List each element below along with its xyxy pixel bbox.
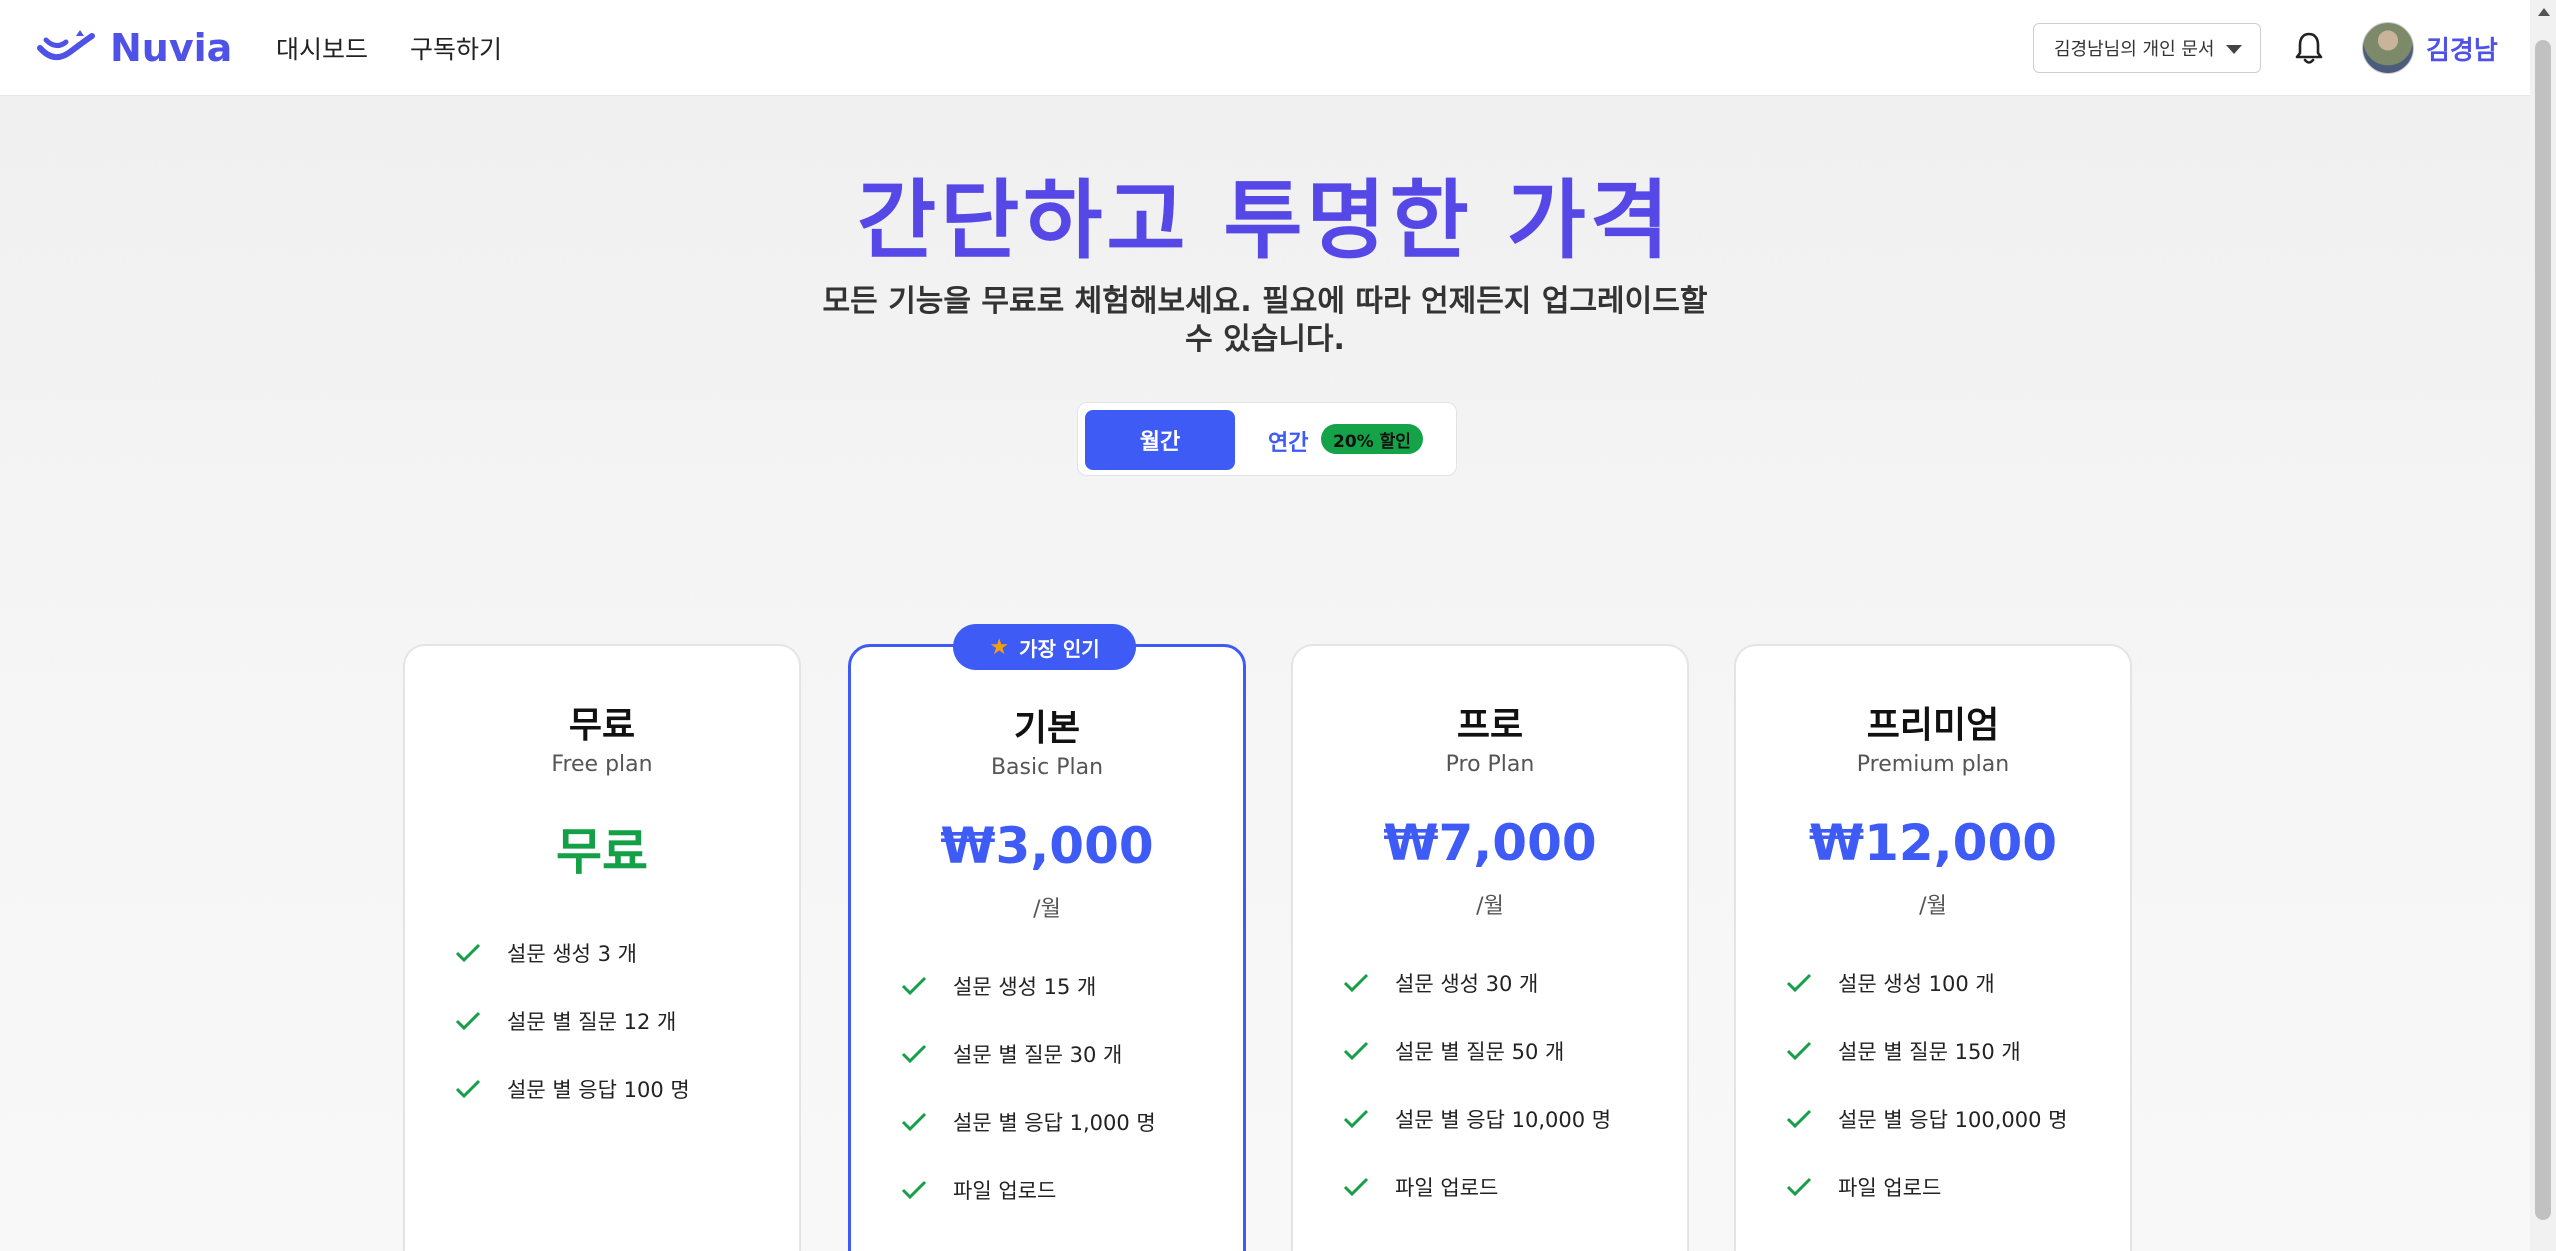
plan-title: 기본 (1013, 708, 1081, 749)
feature-label: 설문 별 질문 12 개 (507, 1010, 677, 1034)
avatar[interactable] (2362, 22, 2414, 74)
monthly-toggle-button[interactable]: 월간 (1085, 410, 1235, 470)
feature-label: 설문 별 질문 150 개 (1838, 1040, 2021, 1064)
check-icon (901, 976, 927, 996)
feature-label: 파일 업로드 (1838, 1176, 1942, 1200)
plan-subtitle: Free plan (551, 752, 653, 777)
document-selector-value: 김경남님의 개인 문서 (2054, 39, 2215, 60)
feature-item: 설문 별 질문 50 개 (1343, 1036, 1564, 1066)
plan-title: 무료 (568, 705, 636, 746)
popular-badge-label: 가장 인기 (1019, 636, 1100, 661)
user-name[interactable]: 김경남 (2426, 30, 2498, 67)
discount-badge: 20% 할인 (1321, 424, 1423, 454)
feature-label: 설문 별 응답 100,000 명 (1838, 1108, 2068, 1132)
feature-item: 파일 업로드 (1343, 1172, 1498, 1202)
check-icon (901, 1044, 927, 1064)
check-icon (1343, 1177, 1369, 1197)
plan-price: ₩7,000 (1383, 814, 1597, 872)
check-icon (1343, 973, 1369, 993)
feature-item: 설문 별 응답 100 명 (455, 1074, 690, 1104)
plan-subtitle: Premium plan (1856, 752, 2010, 777)
feature-item: 파일 업로드 (1786, 1172, 1941, 1202)
check-icon (1343, 1041, 1369, 1061)
feature-label: 설문 별 응답 1,000 명 (953, 1111, 1156, 1135)
plan-card-pro[interactable]: 프로 Pro Plan ₩7,000 /월 설문 생성 30 개 설문 별 질문… (1291, 644, 1689, 1251)
nuvia-wave-logo-icon (37, 30, 95, 61)
plan-price: 무료 (556, 823, 648, 881)
plan-card-free[interactable]: 무료 Free plan 무료 설문 생성 3 개 설문 별 질문 12 개 설… (403, 644, 801, 1251)
plan-period: /월 (1919, 894, 1947, 919)
feature-item: 설문 별 질문 12 개 (455, 1006, 676, 1036)
feature-item: 설문 별 질문 150 개 (1786, 1036, 2021, 1066)
feature-label: 설문 생성 30 개 (1395, 972, 1539, 996)
main-nav: 대시보드 구독하기 (276, 30, 502, 66)
caret-down-icon (2226, 45, 2242, 54)
feature-item: 설문 생성 30 개 (1343, 968, 1538, 998)
plan-subtitle: Pro Plan (1445, 752, 1535, 777)
plan-card-basic[interactable]: 기본 Basic Plan ₩3,000 /월 설문 생성 15 개 설문 별 … (848, 644, 1246, 1251)
document-selector[interactable]: 김경남님의 개인 문서 (2033, 23, 2261, 73)
plan-subtitle: Basic Plan (990, 755, 1104, 780)
feature-item: 설문 생성 100 개 (1786, 968, 1995, 998)
check-icon (1786, 1177, 1812, 1197)
feature-label: 설문 별 응답 10,000 명 (1395, 1108, 1612, 1132)
plan-price: ₩12,000 (1808, 814, 2058, 872)
scrollbar-thumb[interactable] (2535, 40, 2551, 1220)
page-subtitle: 모든 기능을 무료로 체험해보세요. 필요에 따라 언제든지 업그레이드할 수 … (822, 284, 1708, 357)
check-icon (1786, 1041, 1812, 1061)
feature-item: 설문 생성 15 개 (901, 971, 1096, 1001)
feature-item: 파일 업로드 (901, 1175, 1056, 1205)
check-icon (901, 1112, 927, 1132)
scroll-up-arrow-icon[interactable] (2538, 8, 2550, 16)
feature-label: 설문 생성 3 개 (507, 942, 637, 966)
feature-label: 설문 별 질문 50 개 (1395, 1040, 1565, 1064)
feature-label: 파일 업로드 (1395, 1176, 1499, 1200)
top-header: Nuvia 대시보드 구독하기 김경남님의 개인 문서 김경남 (0, 0, 2530, 96)
nav-subscribe[interactable]: 구독하기 (410, 30, 502, 66)
logo[interactable]: Nuvia (36, 22, 232, 74)
check-icon (901, 1180, 927, 1200)
plan-period: /월 (1476, 894, 1504, 919)
bell-icon[interactable] (2293, 30, 2325, 66)
feature-item: 설문 별 질문 30 개 (901, 1039, 1122, 1069)
feature-item: 설문 별 응답 1,000 명 (901, 1107, 1156, 1137)
plan-card-premium[interactable]: 프리미엄 Premium plan ₩12,000 /월 설문 생성 100 개… (1734, 644, 2132, 1251)
check-icon (1343, 1109, 1369, 1129)
feature-label: 설문 생성 100 개 (1838, 972, 1995, 996)
popular-badge: ★ 가장 인기 (953, 624, 1136, 670)
nav-dashboard[interactable]: 대시보드 (276, 30, 368, 66)
scrollbar[interactable] (2530, 0, 2556, 1251)
logo-text: Nuvia (110, 26, 233, 70)
page-title: 간단하고 투명한 가격 (857, 171, 1673, 271)
plan-price: ₩3,000 (940, 817, 1154, 875)
feature-item: 설문 생성 3 개 (455, 938, 637, 968)
feature-label: 설문 별 질문 30 개 (953, 1043, 1123, 1067)
check-icon (455, 1011, 481, 1031)
yearly-toggle-button[interactable]: 연간 (1268, 425, 1308, 457)
star-icon: ★ (989, 634, 1010, 660)
feature-label: 파일 업로드 (953, 1179, 1057, 1203)
plan-title: 프로 (1456, 705, 1524, 746)
feature-label: 설문 별 응답 100 명 (507, 1078, 690, 1102)
plan-period: /월 (1033, 897, 1061, 922)
billing-toggle: 월간 연간 20% 할인 (1077, 402, 1457, 476)
check-icon (1786, 973, 1812, 993)
feature-item: 설문 별 응답 10,000 명 (1343, 1104, 1611, 1134)
plan-title: 프리미엄 (1866, 705, 2000, 746)
check-icon (1786, 1109, 1812, 1129)
check-icon (455, 1079, 481, 1099)
check-icon (455, 943, 481, 963)
feature-item: 설문 별 응답 100,000 명 (1786, 1104, 2067, 1134)
feature-label: 설문 생성 15 개 (953, 975, 1097, 999)
